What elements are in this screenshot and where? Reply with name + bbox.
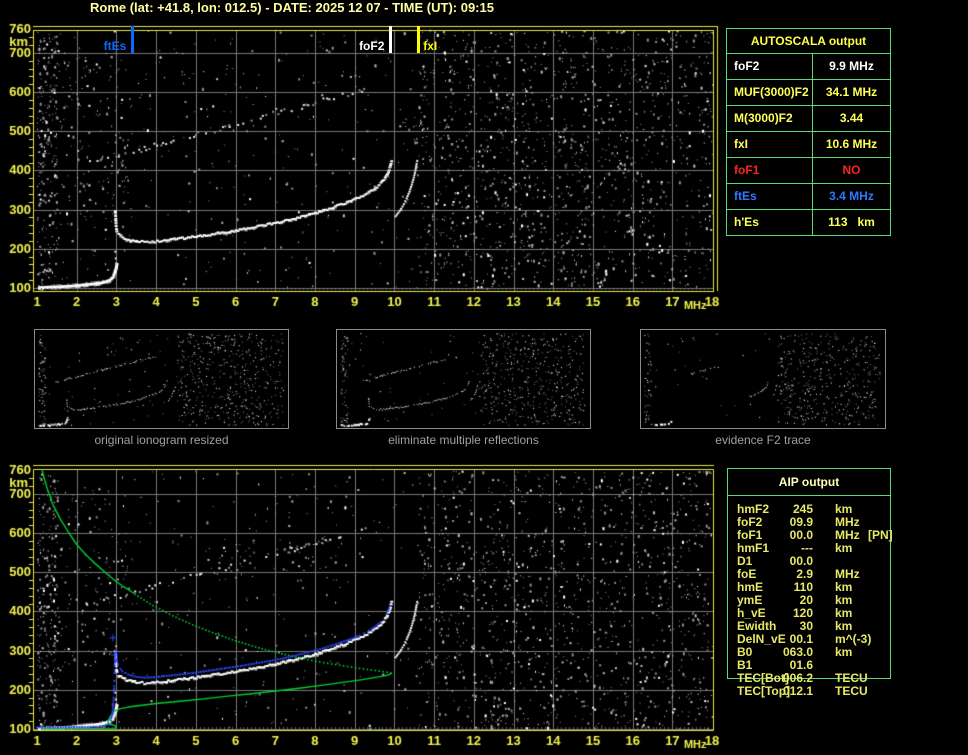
autoscala-row-value: 9.9 MHz: [829, 59, 874, 73]
autoscala-row-M(3000)F2: M(3000)F2 3.44: [727, 106, 890, 132]
ftEs-marker-line: [130, 26, 134, 53]
aip-row-DelN_vE: DelN_vE 00.1 m^(-3): [737, 632, 897, 646]
aip-row-label: B0: [737, 645, 753, 659]
aip-row-foF2: foF2 09.9 MHz: [737, 515, 897, 529]
aip-row-unit: TECU: [835, 684, 868, 698]
aip-row-value: 00.0: [789, 528, 813, 542]
autoscala-row-value: 113 km: [828, 215, 875, 229]
aip-row-D1: D1 00.0: [737, 554, 897, 568]
aip-row-value: 20: [799, 593, 813, 607]
aip-row-value: 01.6: [789, 658, 813, 672]
aip-row-hmE: hmE 110 km: [737, 580, 897, 594]
aip-row-unit: MHz: [835, 567, 860, 581]
panel-original-ionogram: [34, 329, 289, 429]
aip-row-value: 110: [793, 580, 813, 594]
ionogram-bottom-chart: [0, 456, 720, 755]
aip-row-value: 120: [792, 606, 813, 620]
autoscala-row-value: 3.44: [839, 111, 864, 125]
autoscala-row-h'Es: h'Es 113 km: [727, 210, 890, 235]
aip-row-TEC[Bot]: TEC[Bot] 006.2 TECU: [737, 671, 897, 685]
aip-row-label: D1: [737, 554, 753, 568]
panel-caption-evidence: evidence F2 trace: [715, 433, 811, 447]
autoscala-row-value: 3.4 MHz: [829, 189, 874, 203]
aip-table-rows: hmF2 245 km foF2 09.9 MHz foF1 00.0 MHz [PN] hmF1-…: [737, 502, 897, 698]
ftEs-marker-label: ftEs: [103, 39, 127, 53]
page-title: Rome (lat: +41.8, lon: 012.5) - DATE: 20…: [90, 0, 494, 15]
aip-row-value: 00.0: [789, 554, 813, 568]
aip-row-label: B1: [737, 658, 753, 672]
aip-row-value: 00.1: [789, 632, 813, 646]
aip-row-Ewidth: Ewidth 30 km: [737, 619, 897, 633]
aip-row-value: 2.9: [796, 567, 813, 581]
autoscala-table-header: AUTOSCALA output: [727, 29, 890, 54]
autoscala-output-table: AUTOSCALA output foF2 9.9 MHz MUF(3000)F2 3…: [726, 28, 891, 236]
panel-eliminate-reflections: [336, 329, 591, 429]
aip-row-TEC[Top]: TEC[Top] 012.1 TECU: [737, 684, 897, 698]
autoscala-row-value: NO: [842, 163, 861, 177]
aip-row-unit: m^(-3): [835, 632, 872, 646]
aip-row-label: foE: [737, 567, 757, 581]
autoscala-row-ftEs: ftEs 3.4 MHz: [727, 184, 890, 210]
aip-row-B1: B1 01.6: [737, 658, 897, 672]
panel-evidence-f2-trace: [640, 329, 886, 429]
aip-row-value: 30: [799, 619, 813, 633]
autoscala-row-foF1: foF1 NO: [727, 158, 890, 184]
panel-caption-eliminate: eliminate multiple reflections: [388, 433, 539, 447]
aip-row-unit: km: [835, 541, 853, 555]
aip-row-unit: km: [835, 580, 853, 594]
aip-table-header: AIP output: [728, 469, 890, 496]
aip-row-h_vE: h_vE 120 km: [737, 606, 897, 620]
autoscala-row-label: h'Es: [727, 210, 813, 235]
panel-caption-original: original ionogram resized: [94, 433, 229, 447]
foF2-marker-line: [388, 26, 392, 53]
autoscala-row-label: fxI: [727, 132, 813, 157]
autoscala-screen: Rome (lat: +41.8, lon: 012.5) - DATE: 20…: [0, 0, 968, 755]
aip-row-unit: MHz: [835, 515, 860, 529]
aip-row-unit: TECU: [835, 671, 868, 685]
aip-row-B0: B0 063.0 km: [737, 645, 897, 659]
aip-row-unit: km: [835, 593, 853, 607]
fxI-marker-line: [416, 26, 420, 53]
aip-row-unit: km: [835, 645, 853, 659]
aip-row-value: 006.2: [782, 671, 813, 685]
aip-row-value: 09.9: [789, 515, 813, 529]
autoscala-row-foF2: foF2 9.9 MHz: [727, 54, 890, 80]
aip-row-unit: km: [835, 619, 853, 633]
autoscala-table-rows: foF2 9.9 MHz MUF(3000)F2 34.1 MHz M(3000)F2 3…: [727, 54, 890, 235]
aip-row-unit: MHz: [835, 528, 860, 542]
aip-row-foF1: foF1 00.0 MHz [PN]: [737, 528, 897, 542]
autoscala-row-value: 10.6 MHz: [825, 137, 878, 151]
aip-row-value: 063.0: [782, 645, 813, 659]
aip-row-value: ---: [801, 541, 813, 555]
aip-row-value: 012.1: [782, 684, 813, 698]
aip-row-value: 245: [792, 502, 813, 516]
aip-row-hmF1: hmF1 --- km: [737, 541, 897, 555]
autoscala-row-value: 34.1 MHz: [825, 85, 878, 99]
ionogram-top-chart: [0, 18, 720, 314]
aip-row-foE: foE 2.9 MHz: [737, 567, 897, 581]
autoscala-row-MUF(3000)F2: MUF(3000)F2 34.1 MHz: [727, 80, 890, 106]
aip-row-ymE: ymE 20 km: [737, 593, 897, 607]
aip-row-unit: km: [835, 606, 853, 620]
autoscala-row-label: foF2: [727, 54, 813, 79]
aip-row-hmF2: hmF2 245 km: [737, 502, 897, 516]
autoscala-row-label: MUF(3000)F2: [727, 80, 813, 105]
aip-row-unit: km: [835, 502, 853, 516]
foF2-marker-label: foF2: [359, 39, 385, 53]
autoscala-row-label: foF1: [727, 158, 813, 183]
autoscala-row-label: ftEs: [727, 184, 813, 209]
fxI-marker-label: fxI: [423, 39, 438, 53]
autoscala-row-label: M(3000)F2: [727, 106, 813, 131]
autoscala-row-fxI: fxI 10.6 MHz: [727, 132, 890, 158]
aip-row-extra: [PN]: [868, 528, 893, 542]
